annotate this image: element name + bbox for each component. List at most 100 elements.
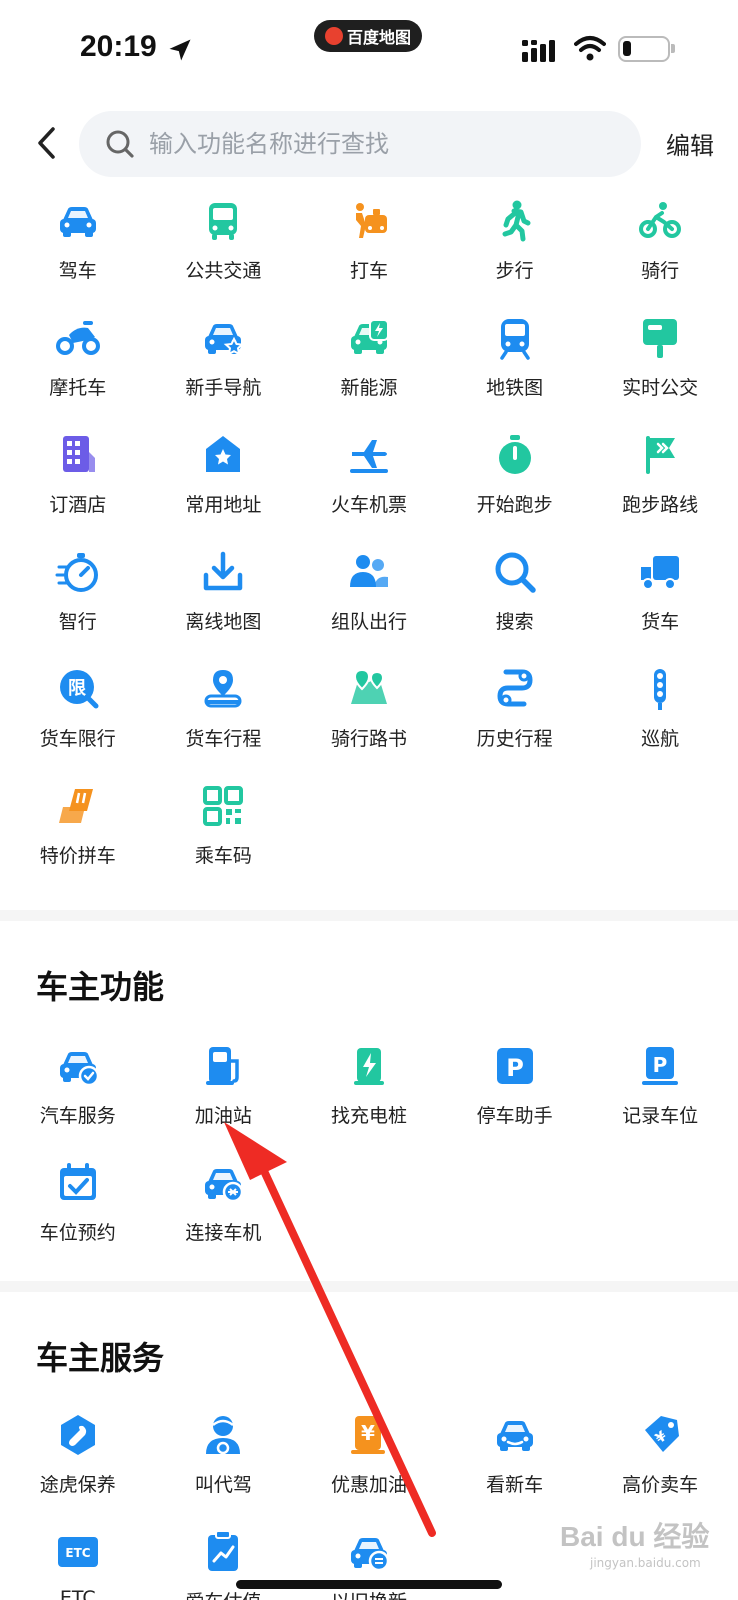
feature-label: 历史行程 bbox=[476, 728, 553, 750]
calendar-check-icon bbox=[55, 1160, 101, 1206]
svg-text:¥: ¥ bbox=[361, 1421, 375, 1445]
feature-tile[interactable]: 连接车机 bbox=[151, 1154, 297, 1271]
feature-tile[interactable]: 实时公交 bbox=[587, 309, 733, 426]
feature-tile[interactable]: 火车机票 bbox=[296, 426, 442, 543]
feature-tile[interactable]: 新手导航 bbox=[151, 309, 297, 426]
svg-text:限: 限 bbox=[68, 678, 87, 699]
cellular-signal-icon bbox=[522, 40, 555, 62]
home-indicator[interactable] bbox=[236, 1580, 502, 1589]
feature-tile[interactable]: 找充电桩 bbox=[296, 1037, 442, 1154]
feature-tile[interactable]: 叫代驾 bbox=[151, 1406, 297, 1523]
feature-label: 叫代驾 bbox=[194, 1474, 252, 1496]
feature-tile[interactable]: 地铁图 bbox=[442, 309, 588, 426]
feature-label: 智行 bbox=[58, 611, 97, 633]
feature-tile[interactable]: 新能源 bbox=[296, 309, 442, 426]
search-bar[interactable] bbox=[79, 111, 641, 177]
feature-label: 汽车服务 bbox=[39, 1105, 116, 1127]
feature-label: 高价卖车 bbox=[622, 1474, 699, 1496]
parking-icon: P bbox=[492, 1043, 538, 1089]
restrict-icon: 限 bbox=[55, 666, 101, 712]
feature-label: ETC bbox=[59, 1587, 96, 1600]
feature-tile[interactable]: 货车行程 bbox=[151, 660, 297, 777]
feature-tile[interactable]: 限货车限行 bbox=[5, 660, 151, 777]
feature-tile[interactable]: 公共交通 bbox=[151, 192, 297, 309]
feature-tile[interactable]: 组队出行 bbox=[296, 543, 442, 660]
feature-tile[interactable]: 骑行路书 bbox=[296, 660, 442, 777]
feature-label: 优惠加油 bbox=[330, 1474, 407, 1496]
search-icon bbox=[492, 549, 538, 595]
feature-label: 步行 bbox=[495, 260, 534, 282]
feature-label: 货车限行 bbox=[39, 728, 116, 750]
feature-label: 找充电桩 bbox=[330, 1105, 407, 1127]
valuation-icon bbox=[200, 1529, 246, 1575]
battery-icon bbox=[618, 36, 675, 62]
status-bar: 20:19 百度地图 bbox=[0, 0, 738, 95]
feature-tile[interactable]: 搜索 bbox=[442, 543, 588, 660]
feature-tile[interactable]: 汽车服务 bbox=[5, 1037, 151, 1154]
hotel-icon bbox=[55, 432, 101, 478]
taxi-icon bbox=[346, 198, 392, 244]
feature-label: 地铁图 bbox=[486, 377, 544, 399]
fuel-icon bbox=[200, 1043, 246, 1089]
stopwatch-icon bbox=[492, 432, 538, 478]
feature-tile[interactable]: P 停车助手 bbox=[442, 1037, 588, 1154]
feature-label: 开始跑步 bbox=[476, 494, 553, 516]
ev-car-icon bbox=[346, 315, 392, 361]
feature-tile[interactable]: 开始跑步 bbox=[442, 426, 588, 543]
status-time: 20:19 bbox=[80, 30, 157, 63]
feature-label: 跑步路线 bbox=[622, 494, 699, 516]
feature-tile[interactable]: ¥ 高价卖车 bbox=[587, 1406, 733, 1523]
feature-tile[interactable]: 骑行 bbox=[587, 192, 733, 309]
feature-label: 连接车机 bbox=[185, 1222, 262, 1244]
feature-tile[interactable]: 巡航 bbox=[587, 660, 733, 777]
feature-tile[interactable]: 离线地图 bbox=[151, 543, 297, 660]
feature-label: 打车 bbox=[349, 260, 388, 282]
feature-tile[interactable]: 特价拼车 bbox=[5, 777, 151, 894]
location-arrow-icon bbox=[169, 39, 191, 61]
feature-label: 巡航 bbox=[641, 728, 680, 750]
feature-tile[interactable]: 车位预约 bbox=[5, 1154, 151, 1271]
owner-services-grid: 途虎保养叫代驾¥优惠加油看新车¥高价卖车ETCETC爱车估值以旧换新 bbox=[5, 1406, 733, 1600]
feature-tile[interactable]: 历史行程 bbox=[442, 660, 588, 777]
seat-icon bbox=[55, 783, 101, 829]
feature-label: 特价拼车 bbox=[39, 845, 116, 867]
home-star-icon bbox=[200, 432, 246, 478]
search-input[interactable] bbox=[149, 130, 619, 158]
feature-tile[interactable]: 加油站 bbox=[151, 1037, 297, 1154]
feature-tile[interactable]: 步行 bbox=[442, 192, 588, 309]
feature-label: 离线地图 bbox=[185, 611, 262, 633]
driver-icon bbox=[200, 1412, 246, 1458]
feature-tile[interactable]: 货车 bbox=[587, 543, 733, 660]
team-icon bbox=[346, 549, 392, 595]
feature-tile[interactable]: ¥ 优惠加油 bbox=[296, 1406, 442, 1523]
edit-button[interactable]: 编辑 bbox=[666, 126, 714, 161]
parking-record-icon: P bbox=[637, 1043, 683, 1089]
feature-tile[interactable]: 驾车 bbox=[5, 192, 151, 309]
feature-tile[interactable]: 看新车 bbox=[442, 1406, 588, 1523]
feature-label: 常用地址 bbox=[185, 494, 262, 516]
feature-tile[interactable]: ETC ETC bbox=[5, 1523, 151, 1600]
feature-tile[interactable]: 摩托车 bbox=[5, 309, 151, 426]
feature-tile[interactable]: 途虎保养 bbox=[5, 1406, 151, 1523]
feature-tile[interactable]: 智行 bbox=[5, 543, 151, 660]
feature-tile[interactable]: 常用地址 bbox=[151, 426, 297, 543]
back-button[interactable] bbox=[28, 120, 64, 166]
subway-icon bbox=[492, 315, 538, 361]
bus-icon bbox=[200, 198, 246, 244]
bus-stop-icon bbox=[637, 315, 683, 361]
map-pin-icon bbox=[346, 666, 392, 712]
feature-label: 新能源 bbox=[340, 377, 398, 399]
feature-label: 订酒店 bbox=[49, 494, 107, 516]
feature-tile[interactable]: 订酒店 bbox=[5, 426, 151, 543]
app-badge[interactable]: 百度地图 bbox=[314, 20, 422, 52]
feature-tile[interactable]: P 记录车位 bbox=[587, 1037, 733, 1154]
search-icon bbox=[106, 130, 134, 158]
feature-tile[interactable]: 打车 bbox=[296, 192, 442, 309]
feature-tile[interactable]: 乘车码 bbox=[151, 777, 297, 894]
svg-text:P: P bbox=[653, 1053, 668, 1077]
bike-icon bbox=[637, 198, 683, 244]
section-title-owner-services: 车主服务 bbox=[36, 1339, 165, 1377]
feature-tile[interactable]: 跑步路线 bbox=[587, 426, 733, 543]
watermark-sub: jingyan.baidu.com bbox=[590, 1556, 701, 1570]
fuel-discount-icon: ¥ bbox=[346, 1412, 392, 1458]
